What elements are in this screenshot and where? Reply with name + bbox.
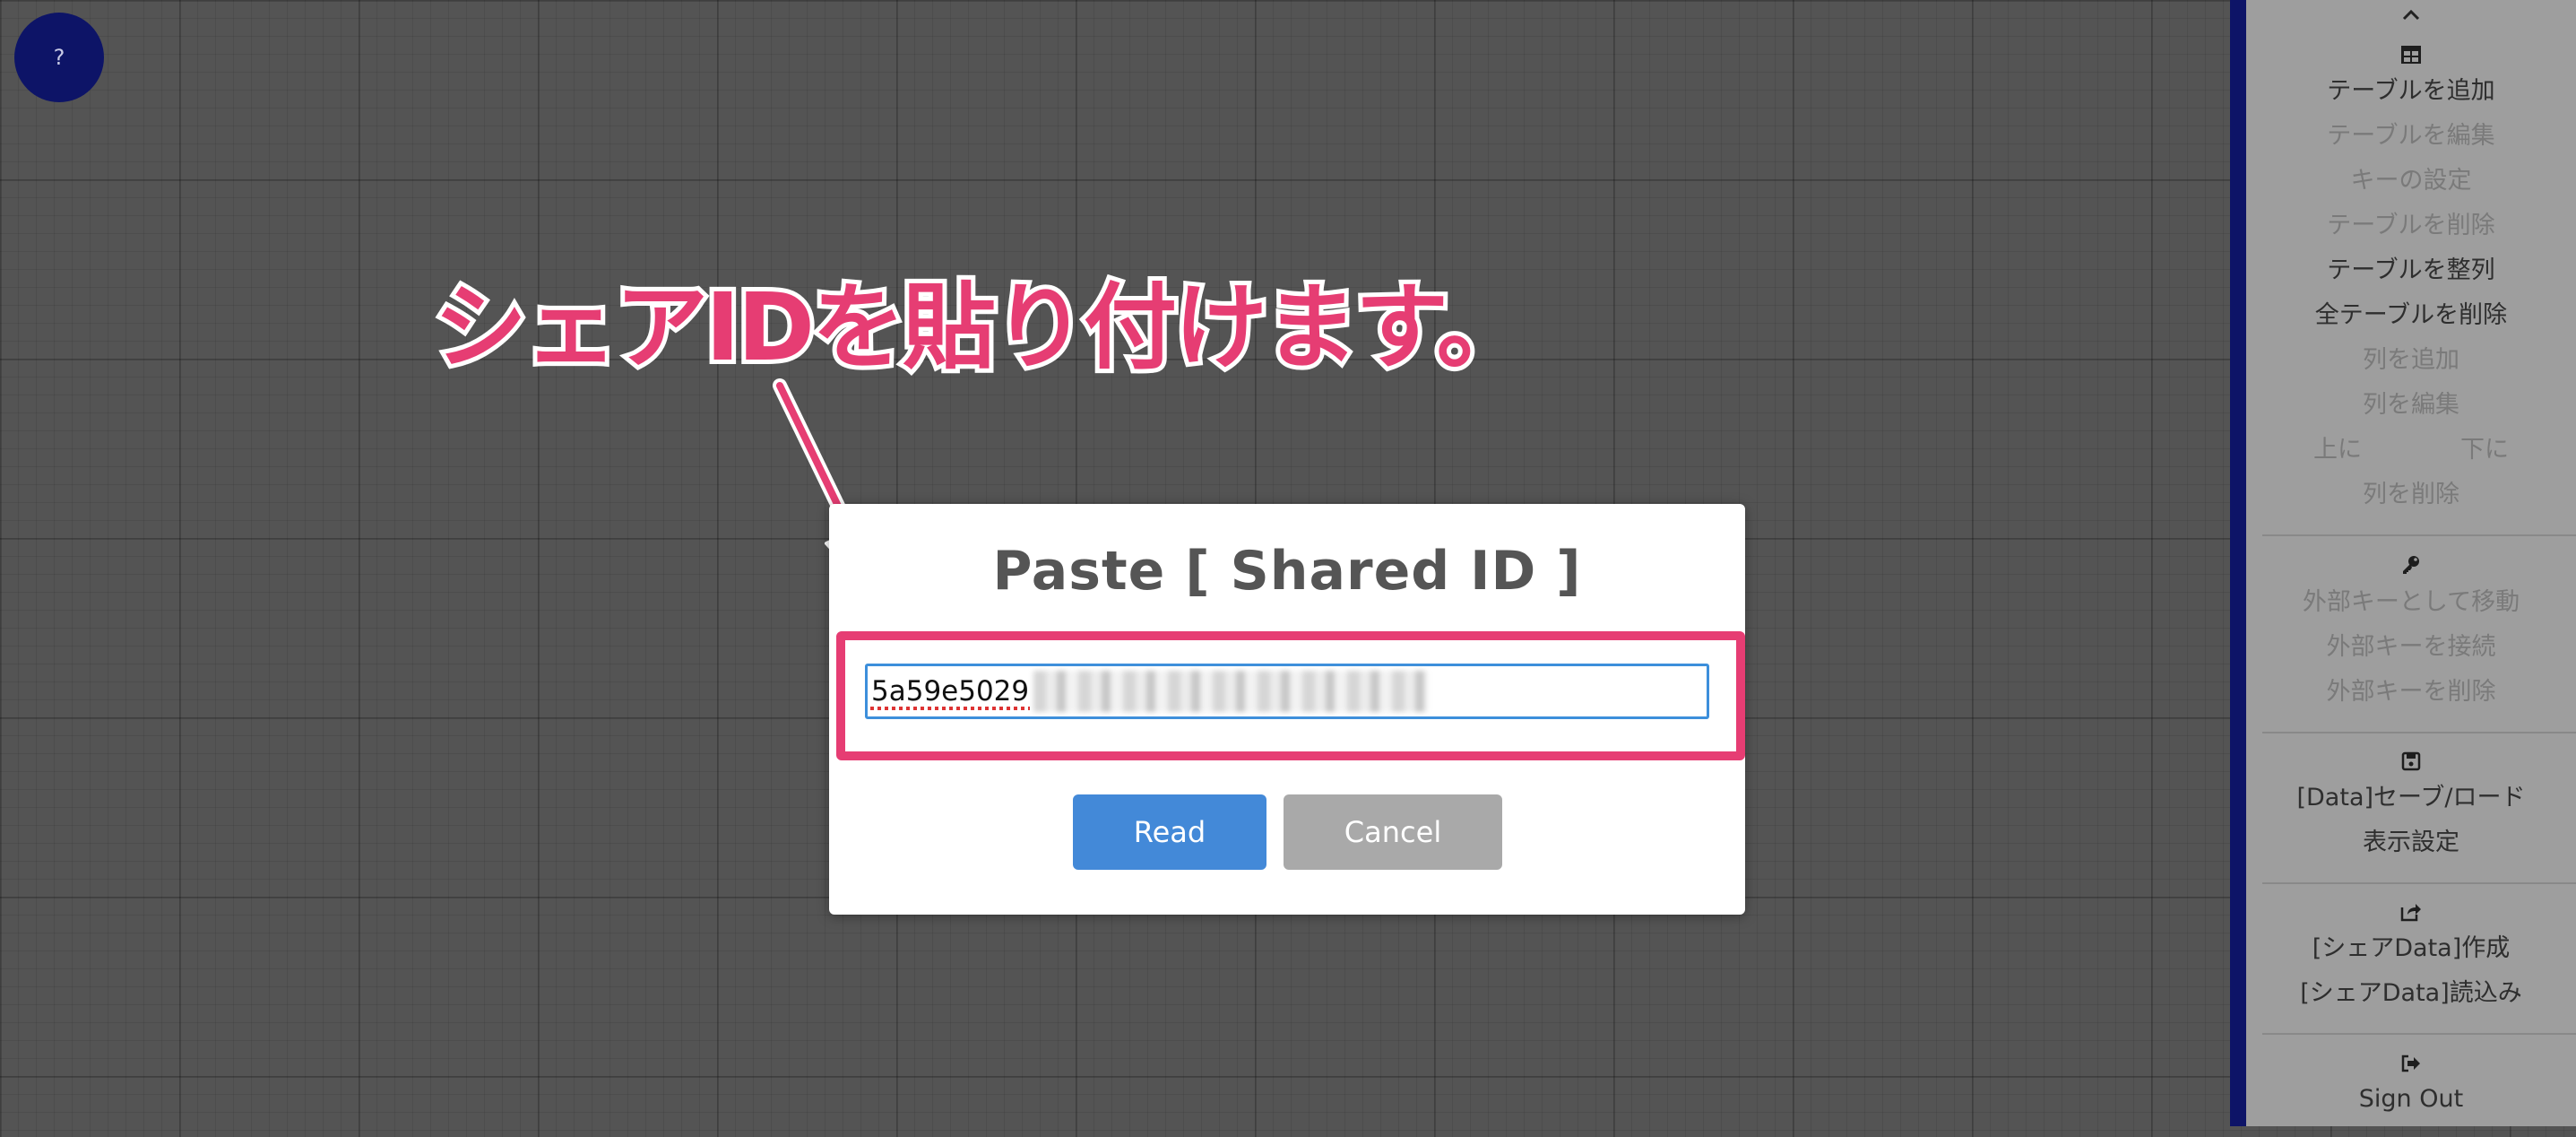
save-icon [2246, 751, 2576, 777]
read-button[interactable]: Read [1073, 794, 1266, 870]
add-table-item[interactable]: テーブルを追加 [2246, 75, 2576, 108]
help-button[interactable]: ? [14, 13, 104, 102]
dialog-title: Paste [ Shared ID ] [992, 540, 1582, 603]
sign-out-item[interactable]: Sign Out [2246, 1083, 2576, 1115]
add-column-item[interactable]: 列を追加 [2246, 344, 2576, 377]
sidebar-divider [2262, 882, 2576, 884]
sign-out-icon [2246, 1053, 2576, 1078]
key-icon [2246, 554, 2576, 581]
edit-column-item[interactable]: 列を編集 [2246, 389, 2576, 421]
sidebar-divider [2262, 534, 2576, 536]
move-column-row: 上に 下に [2246, 434, 2576, 466]
sidebar-menu: テーブルを追加 テーブルを編集 キーの設定 テーブルを削除 テーブルを整列 全テ… [2246, 0, 2576, 1126]
sidebar-edge [2230, 0, 2246, 1126]
save-load-item[interactable]: [Data]セーブ/ロード [2246, 782, 2576, 814]
display-settings-item[interactable]: 表示設定 [2246, 827, 2576, 859]
paste-shared-id-dialog: Paste [ Shared ID ] Read Cancel [829, 504, 1745, 915]
annotation-callout: シェアIDを貼り付けます。 [429, 268, 1534, 386]
read-share-data-item[interactable]: [シェアData]読込み [2246, 977, 2576, 1010]
delete-foreign-key-item[interactable]: 外部キーを削除 [2246, 676, 2576, 708]
edit-table-item[interactable]: テーブルを編集 [2246, 120, 2576, 152]
table-icon [2246, 45, 2576, 70]
move-as-foreign-key-item[interactable]: 外部キーとして移動 [2246, 586, 2576, 619]
delete-column-item[interactable]: 列を削除 [2246, 479, 2576, 511]
move-down-item[interactable]: 下に [2460, 434, 2509, 466]
chevron-up-icon[interactable] [2246, 2, 2576, 27]
set-key-item[interactable]: キーの設定 [2246, 165, 2576, 197]
create-share-data-item[interactable]: [シェアData]作成 [2246, 933, 2576, 965]
connect-foreign-key-item[interactable]: 外部キーを接続 [2246, 631, 2576, 664]
share-icon [2246, 902, 2576, 927]
sidebar-divider [2262, 732, 2576, 733]
delete-table-item[interactable]: テーブルを削除 [2246, 210, 2576, 242]
spellcheck-underline [870, 707, 1030, 710]
sidebar-divider [2262, 1033, 2576, 1035]
blurred-id-portion [1033, 671, 1428, 712]
cancel-button[interactable]: Cancel [1284, 794, 1502, 870]
move-up-item[interactable]: 上に [2313, 434, 2362, 466]
delete-all-tables-item[interactable]: 全テーブルを削除 [2246, 299, 2576, 332]
align-tables-item[interactable]: テーブルを整列 [2246, 255, 2576, 287]
